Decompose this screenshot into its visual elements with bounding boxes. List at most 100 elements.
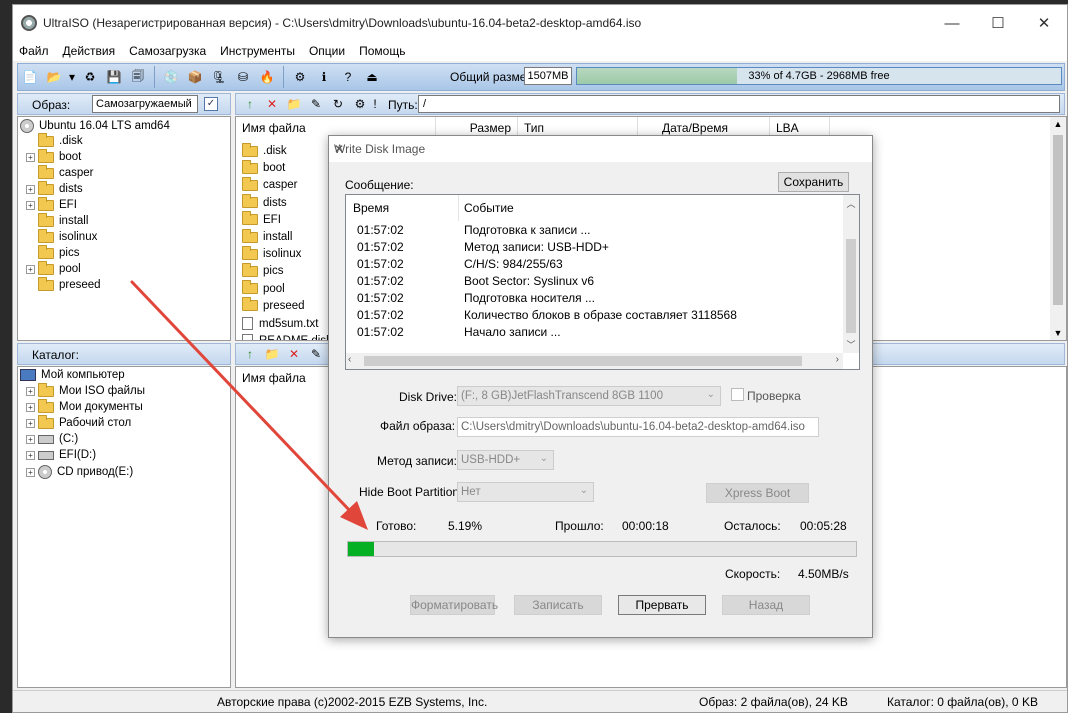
iso-tree-item[interactable]: + dists [26,180,83,195]
log-scroll-down-icon[interactable]: ﹀ [843,338,859,351]
expand-icon[interactable]: + [26,184,35,194]
hide-boot-select[interactable]: Нет ⌄ [457,482,594,502]
options-icon[interactable]: ⚙ [290,67,310,87]
file-row[interactable]: boot [242,159,285,174]
scroll-thumb[interactable] [1053,135,1063,305]
local-tree-item[interactable]: + Мои документы [26,398,143,413]
file-row[interactable]: pool [242,280,285,295]
scroll-up-icon[interactable]: ▲ [1050,119,1066,129]
local-tree-item[interactable]: + CD привод(E:) [26,465,133,479]
menu-bootable[interactable]: Самозагрузка [129,44,206,58]
log-scroll-up-icon[interactable]: ︿ [843,197,859,210]
expand-icon[interactable]: + [26,386,35,396]
verify-checkbox[interactable] [731,388,744,401]
image-file-field[interactable]: C:\Users\dmitry\Downloads\ubuntu-16.04-b… [457,417,819,437]
file-row[interactable]: pics [242,262,283,277]
burn-icon[interactable]: ♻ [80,67,100,87]
file-row[interactable]: isolinux [242,245,301,260]
log-hscroll-thumb[interactable] [364,356,802,366]
local-tree-item[interactable]: + (C:) [26,433,78,445]
file-row[interactable]: preseed [242,297,305,312]
log-hscroll[interactable]: ‹ › [346,353,843,369]
iso-tree-item[interactable]: install [26,212,88,227]
local-tree-item[interactable]: + Рабочий стол [26,414,131,429]
minimize-button[interactable]: — [929,5,975,41]
format-button[interactable]: Форматировать [410,595,498,615]
expand-icon[interactable]: + [26,450,35,460]
file-row[interactable]: dists [242,194,287,209]
iso-tree-item[interactable]: + pool [26,260,81,275]
local-up-icon[interactable]: ↑ [240,344,260,364]
rename-icon[interactable]: ✎ [306,94,326,114]
xpress-boot-button[interactable]: Xpress Boot [706,483,809,503]
iso-tree-item[interactable]: + EFI [26,196,77,211]
exit-icon[interactable]: ⏏ [362,67,382,87]
new-folder-icon[interactable]: 📁 [284,94,304,114]
extract-icon[interactable]: 📦 [185,67,205,87]
log-scroll-left-icon[interactable]: ‹ [348,354,351,365]
path-field[interactable]: / [418,95,1060,113]
file-row[interactable]: EFI [242,211,281,226]
file-row[interactable]: install [242,228,292,243]
column-lba[interactable]: LBA [770,117,830,137]
iso-root[interactable]: Ubuntu 16.04 LTS amd64 [20,119,170,133]
disk-drive-select[interactable]: (F:, 8 GB)JetFlashTranscend 8GB 1100 ⌄ [457,386,721,406]
iso-tree-item[interactable]: isolinux [26,228,97,243]
menu-options[interactable]: Опции [309,44,345,58]
compress-icon[interactable]: 🗜 [209,67,229,87]
image-type-field[interactable]: Самозагружаемый [92,95,198,113]
menu-file[interactable]: Файл [19,44,49,58]
back-button[interactable]: Назад [722,595,810,615]
file-row[interactable]: casper [242,176,298,191]
column-type[interactable]: Тип [518,117,638,137]
local-tree-item[interactable]: + EFI(D:) [26,449,96,461]
scroll-down-icon[interactable]: ▼ [1050,328,1066,338]
mount-icon[interactable]: ⛁ [233,67,253,87]
column-size[interactable]: Размер [436,117,518,137]
burn-cd-icon[interactable]: 🔥 [257,67,277,87]
expand-icon[interactable]: + [26,418,35,428]
log-scroll-right-icon[interactable]: › [836,354,839,365]
expand-icon[interactable]: + [26,467,35,477]
expand-icon[interactable]: + [26,434,35,444]
delete-icon[interactable]: ✕ [262,94,282,114]
menu-actions[interactable]: Действия [63,44,116,58]
write-method-select[interactable]: USB-HDD+ ⌄ [457,450,554,470]
menu-tools[interactable]: Инструменты [220,44,295,58]
open-icon[interactable]: 📂 [44,67,64,87]
file-row[interactable]: md5sum.txt [242,317,318,330]
iso-tree-item[interactable]: pics [26,244,79,259]
write-button[interactable]: Записать [514,595,602,615]
iso-tree-item[interactable]: casper [26,164,94,179]
local-rename-icon[interactable]: ✎ [306,344,326,364]
lightbulb-icon[interactable]: ! [370,94,380,114]
local-delete-icon[interactable]: ✕ [284,344,304,364]
refresh-icon[interactable]: ↻ [328,94,348,114]
local-new-folder-icon[interactable]: 📁 [262,344,282,364]
iso-tree-item[interactable]: .disk [26,132,83,147]
iso-tree-item[interactable]: preseed [26,276,101,291]
log-vscroll[interactable]: ︿ ﹀ [843,195,859,353]
abort-button[interactable]: Прервать [618,595,706,615]
local-tree-item[interactable]: + Мои ISO файлы [26,382,145,397]
menu-help[interactable]: Помощь [359,44,405,58]
expand-icon[interactable]: + [26,264,35,274]
column-filename[interactable]: Имя файла [236,117,436,137]
info-icon[interactable]: ℹ [314,67,334,87]
log-vscroll-thumb[interactable] [846,239,856,333]
local-root[interactable]: Мой компьютер [20,369,125,381]
dialog-close-icon[interactable]: ✕ [334,142,864,156]
file-row[interactable]: .disk [242,142,287,157]
file-list-scrollbar[interactable]: ▲ ▼ [1050,117,1066,340]
image-properties-icon[interactable]: ✓ [204,97,218,111]
expand-icon[interactable]: + [26,152,35,162]
close-button[interactable]: ✕ [1021,5,1067,41]
new-icon[interactable]: 📄 [20,67,40,87]
expand-icon[interactable]: + [26,402,35,412]
maximize-button[interactable]: ☐ [975,5,1021,41]
save-log-button[interactable]: Сохранить [778,172,849,192]
column-datetime[interactable]: Дата/Время [656,117,770,137]
save-icon[interactable]: 💾 [104,67,124,87]
expand-icon[interactable]: + [26,200,35,210]
iso-tree-item[interactable]: + boot [26,148,81,163]
